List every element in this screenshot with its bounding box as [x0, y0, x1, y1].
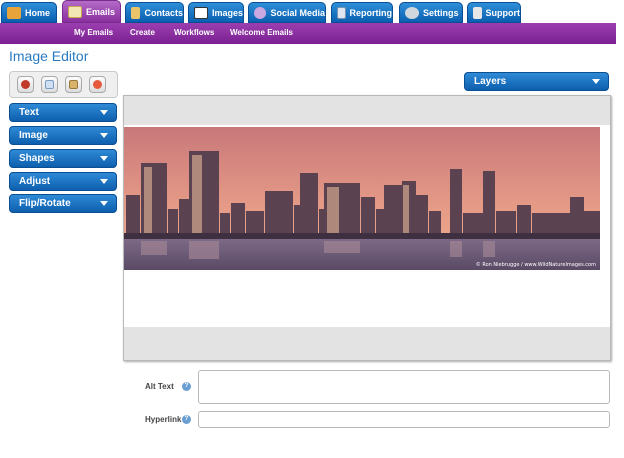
copy-button[interactable]: [41, 76, 58, 93]
city-skyline-image: [124, 127, 600, 270]
contacts-icon: [131, 6, 141, 19]
copy-icon: [45, 80, 54, 89]
tab-contacts[interactable]: Contacts: [125, 2, 184, 23]
photo-credit: © Ron Niebrugge / www.WildNatureImages.c…: [475, 262, 596, 268]
subnav-welcome-emails[interactable]: Welcome Emails: [230, 28, 293, 37]
tab-settings[interactable]: Settings: [399, 2, 463, 23]
envelope-icon: [68, 5, 82, 18]
gear-icon: [405, 6, 419, 19]
page-edge: [616, 23, 624, 458]
hyperlink-label: Hyperlink: [145, 415, 182, 424]
layers-dropdown[interactable]: Layers: [464, 72, 609, 91]
delete-icon: [93, 80, 102, 89]
skyline-photo[interactable]: © Ron Niebrugge / www.WildNatureImages.c…: [124, 127, 600, 270]
chevron-down-icon: [100, 179, 108, 184]
emails-subnav: My Emails Create Workflows Welcome Email…: [0, 23, 616, 44]
accordion-adjust[interactable]: Adjust: [9, 172, 117, 191]
social-media-icon: [254, 6, 267, 19]
accordion-image[interactable]: Image: [9, 126, 117, 145]
cut-icon: [21, 80, 30, 89]
paste-icon: [69, 80, 78, 89]
accordion-text[interactable]: Text: [9, 103, 117, 122]
main-tab-bar: Home Emails Contacts Images Social Media…: [0, 0, 624, 23]
tab-support[interactable]: Support: [467, 2, 521, 23]
images-icon: [194, 6, 208, 19]
alt-text-label: Alt Text: [145, 382, 174, 391]
chevron-down-icon: [100, 110, 108, 115]
delete-button[interactable]: [89, 76, 106, 93]
accordion-shapes[interactable]: Shapes: [9, 149, 117, 168]
home-icon: [7, 6, 21, 19]
tab-reporting[interactable]: Reporting: [331, 2, 393, 23]
tab-emails[interactable]: Emails: [62, 0, 121, 23]
canvas-bottom-band: [124, 327, 610, 360]
alt-text-field[interactable]: [198, 370, 610, 404]
chevron-down-icon: [592, 79, 600, 84]
wrench-icon: [473, 6, 482, 19]
page-title: Image Editor: [9, 48, 89, 64]
paste-button[interactable]: [65, 76, 82, 93]
edit-toolbar: [9, 71, 118, 98]
tab-home[interactable]: Home: [1, 2, 57, 23]
accordion-flip-rotate[interactable]: Flip/Rotate: [9, 194, 117, 213]
reporting-icon: [337, 6, 346, 19]
subnav-my-emails[interactable]: My Emails: [74, 28, 113, 37]
hyperlink-field[interactable]: [198, 411, 610, 428]
tab-images[interactable]: Images: [188, 2, 244, 23]
subnav-create[interactable]: Create: [130, 28, 155, 37]
chevron-down-icon: [100, 156, 108, 161]
tab-social-media[interactable]: Social Media: [248, 2, 326, 23]
chevron-down-icon: [100, 133, 108, 138]
help-icon[interactable]: ?: [182, 415, 191, 424]
image-canvas[interactable]: © Ron Niebrugge / www.WildNatureImages.c…: [123, 95, 611, 361]
help-icon[interactable]: ?: [182, 382, 191, 391]
subnav-workflows[interactable]: Workflows: [174, 28, 214, 37]
chevron-down-icon: [100, 201, 108, 206]
cut-button[interactable]: [17, 76, 34, 93]
canvas-top-band: [124, 96, 610, 125]
